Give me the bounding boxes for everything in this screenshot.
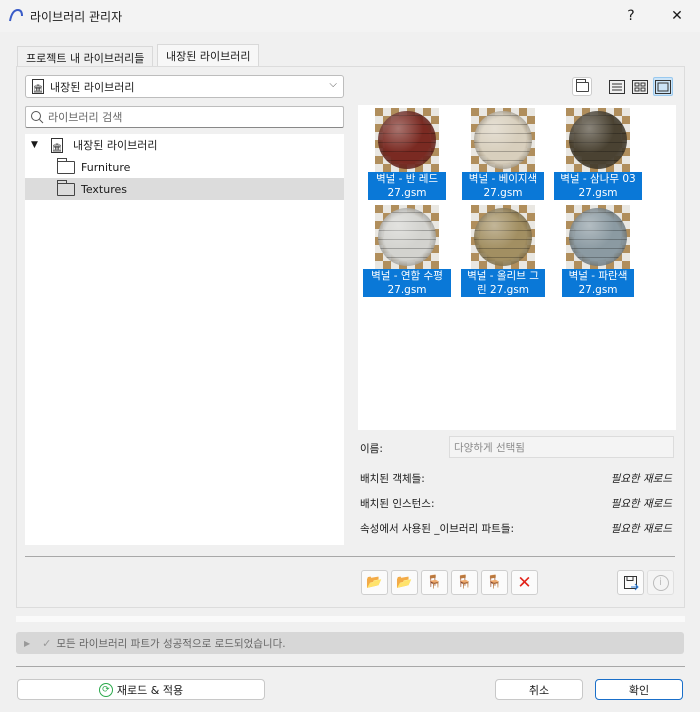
caption-line1: 벽널 - 올리브 그 [467, 270, 539, 282]
splitter[interactable] [16, 616, 685, 622]
tab-embedded-library[interactable]: 내장된 라이브러리 [157, 44, 260, 67]
chairs-icon: 🪑 [456, 575, 473, 590]
texture-sphere [474, 208, 532, 266]
large-icon-view-button[interactable] [653, 77, 673, 96]
info-icon: i [652, 574, 669, 591]
folder-open-icon: 📂 [396, 575, 413, 590]
placed-objects-value: 필요한 재로드 [610, 473, 672, 485]
checkmark-icon: ✓ [42, 636, 52, 650]
library-doc-icon: 🏛 [32, 79, 44, 94]
tree-item-label: Textures [81, 182, 127, 196]
folder-icon [57, 179, 75, 196]
chair-arrow-icon: 🪑 [426, 575, 443, 590]
chevron-expand-icon[interactable]: ▼ [31, 140, 45, 150]
texture-grid[interactable]: 벽널 - 반 레드 27.gsm 벽널 - 베이지색 27.gsm 벽널 - 삼나무 0… [358, 105, 676, 430]
placed-instances-label: 배치된 인스턴스: [360, 498, 435, 510]
texture-thumbnail[interactable] [471, 108, 535, 172]
reload-apply-label: 재로드 & 적용 [116, 683, 184, 697]
search-icon [31, 111, 44, 124]
name-label: 이름: [360, 443, 383, 455]
tree-item-furniture[interactable]: Furniture [25, 156, 344, 178]
library-doc-icon: 🏛 [51, 137, 63, 153]
list-view-icon [609, 79, 625, 94]
cancel-button[interactable]: 취소 [495, 679, 583, 700]
folder-icon [57, 157, 75, 174]
move-object-button[interactable]: 🪑 [481, 570, 508, 595]
caption-line2: 27.gsm [387, 187, 427, 199]
info-button[interactable]: i [647, 570, 674, 595]
tree-item-label: 내장된 라이브러리 [73, 139, 158, 152]
tab-project-libraries[interactable]: 프로젝트 내 라이브러리들 [17, 46, 154, 67]
open-folder-button[interactable]: 📂 [391, 570, 418, 595]
chevron-down-icon: ⌵ [329, 79, 337, 90]
texture-thumbnail[interactable] [566, 205, 630, 269]
texture-caption[interactable]: 벽널 - 베이지색 27.gsm [462, 172, 544, 200]
attribute-parts-label: 속성에서 사용된 _이브러리 파트들: [360, 523, 515, 535]
caption-line1: 벽널 - 연함 수평 [371, 270, 443, 282]
texture-caption[interactable]: 벽널 - 올리브 그린 27.gsm [461, 269, 545, 297]
delete-button[interactable]: ✕ [511, 570, 538, 595]
close-button[interactable]: ✕ [654, 0, 700, 32]
library-select-value: 내장된 라이브러리 [50, 80, 135, 94]
texture-sphere [474, 111, 532, 169]
texture-sphere [378, 208, 436, 266]
texture-caption[interactable]: 벽널 - 파란색 27.gsm [562, 269, 634, 297]
texture-caption[interactable]: 벽널 - 연함 수평 27.gsm [363, 269, 451, 297]
status-bar: ▶ ✓ 모든 라이브러리 파트가 성공적으로 로드되었습니다. [16, 632, 684, 654]
parent-folder-button[interactable] [572, 77, 592, 96]
save-button[interactable] [617, 570, 644, 595]
folder-up-icon [575, 78, 589, 92]
caption-line2: 27.gsm [578, 187, 618, 199]
caption-line2: 27.gsm [387, 284, 427, 296]
window-title: 라이브러리 관리자 [30, 10, 123, 24]
grid-view-icon [632, 79, 648, 94]
ok-button[interactable]: 확인 [595, 679, 683, 700]
status-message: 모든 라이브러리 파트가 성공적으로 로드되었습니다. [56, 637, 286, 650]
help-button[interactable]: ? [608, 0, 654, 32]
texture-thumbnail[interactable] [375, 108, 439, 172]
folder-add-icon: 📂 [366, 575, 383, 590]
caption-line1: 벽널 - 삼나무 03 [560, 173, 636, 185]
texture-sphere [569, 208, 627, 266]
texture-sphere [569, 111, 627, 169]
tree-item-textures[interactable]: Textures [25, 178, 344, 200]
search-input[interactable]: 라이브러리 검색 [25, 106, 344, 128]
texture-caption[interactable]: 벽널 - 삼나무 03 27.gsm [554, 172, 642, 200]
caption-line1: 벽널 - 파란색 [568, 270, 628, 282]
placed-instances-value: 필요한 재로드 [610, 498, 672, 510]
attribute-parts-value: 필요한 재로드 [610, 523, 672, 535]
texture-thumbnail[interactable] [375, 205, 439, 269]
caption-line2: 27.gsm [578, 284, 618, 296]
objects-button[interactable]: 🪑 [451, 570, 478, 595]
list-view-button[interactable] [607, 77, 627, 96]
add-library-button[interactable]: 📂 [361, 570, 388, 595]
library-select[interactable]: 🏛 내장된 라이브러리 ⌵ [25, 75, 344, 98]
caption-line2: 27.gsm [483, 187, 523, 199]
save-icon [623, 575, 639, 590]
export-object-button[interactable]: 🪑 [421, 570, 448, 595]
divider [16, 666, 685, 667]
tree-item-label: Furniture [81, 160, 131, 174]
caption-line1: 벽널 - 반 레드 [375, 173, 439, 185]
library-tree[interactable]: ▼ 🏛 내장된 라이브러리 Furniture Textures [25, 134, 344, 545]
tree-item-embedded-library[interactable]: ▼ 🏛 내장된 라이브러리 [25, 134, 344, 156]
chair-move-icon: 🪑 [486, 575, 503, 590]
app-logo-icon [9, 8, 23, 22]
name-field[interactable]: 다양하게 선택됨 [449, 436, 674, 458]
search-placeholder: 라이브러리 검색 [48, 111, 123, 124]
caption-line1: 벽널 - 베이지색 [468, 173, 538, 185]
delete-x-icon: ✕ [517, 572, 532, 593]
reload-apply-button[interactable]: ⟳ 재로드 & 적용 [17, 679, 265, 700]
texture-thumbnail[interactable] [566, 108, 630, 172]
expand-arrow-icon[interactable]: ▶ [24, 639, 30, 648]
placed-objects-label: 배치된 객체들: [360, 473, 425, 485]
grid-view-button[interactable] [630, 77, 650, 96]
divider [25, 556, 675, 557]
caption-line2: 린 27.gsm [476, 284, 530, 296]
reload-icon: ⟳ [98, 682, 113, 697]
texture-caption[interactable]: 벽널 - 반 레드 27.gsm [368, 172, 446, 200]
texture-sphere [378, 111, 436, 169]
large-view-icon [655, 79, 671, 94]
texture-thumbnail[interactable] [471, 205, 535, 269]
